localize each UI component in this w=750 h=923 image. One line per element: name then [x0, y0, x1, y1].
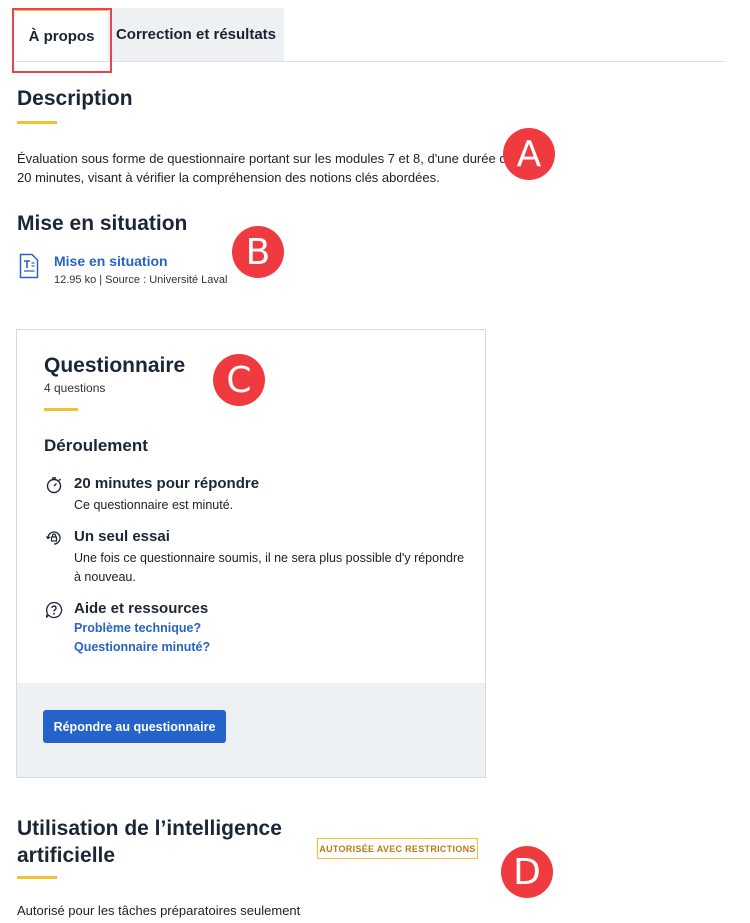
questionnaire-underline — [44, 408, 78, 411]
marker-c: C — [213, 354, 265, 406]
marker-b: B — [232, 226, 284, 278]
item-help-title: Aide et ressources — [74, 600, 209, 617]
document-meta: 12.95 ko | Source : Université Laval — [54, 274, 228, 286]
description-text-line1: Évaluation sous forme de questionnaire p… — [17, 151, 514, 166]
questionnaire-count: 4 questions — [44, 381, 106, 395]
deroulement-heading: Déroulement — [44, 436, 148, 455]
item-attempt-text: Une fois ce questionnaire soumis, il ne … — [74, 549, 469, 587]
help-icon — [45, 601, 63, 619]
questionnaire-title: Questionnaire — [44, 354, 186, 377]
tab-a-propos[interactable]: À propos — [15, 8, 108, 61]
description-heading: Description — [17, 87, 133, 110]
ia-heading-line1: Utilisation de l’intelligence — [17, 817, 282, 840]
mise-en-situation-link[interactable]: Mise en situation — [54, 253, 168, 269]
ia-heading-line2: artificielle — [17, 844, 116, 867]
single-attempt-icon — [45, 531, 61, 545]
text-document-icon — [19, 253, 39, 279]
tab-bar: À propos Correction et résultats — [15, 8, 726, 62]
item-timer-text: Ce questionnaire est minuté. — [74, 498, 234, 512]
ia-underline — [17, 876, 57, 879]
link-questionnaire-minute[interactable]: Questionnaire minuté? — [74, 640, 210, 654]
description-text-line2: 20 minutes, visant à vérifier la compréh… — [17, 170, 440, 185]
answer-questionnaire-button[interactable]: Répondre au questionnaire — [43, 710, 226, 743]
item-attempt-title: Un seul essai — [74, 528, 170, 545]
marker-a: A — [503, 128, 555, 180]
link-probleme-technique[interactable]: Problème technique? — [74, 621, 201, 635]
tab-correction-resultats[interactable]: Correction et résultats — [108, 8, 284, 61]
ia-heading: Utilisation de l’intelligence artificiel… — [17, 815, 282, 869]
ia-text: Autorisé pour les tâches préparatoires s… — [17, 903, 301, 918]
mise-en-situation-heading: Mise en situation — [17, 212, 188, 235]
description-underline — [17, 121, 57, 124]
item-timer-title: 20 minutes pour répondre — [74, 475, 260, 492]
ia-status-badge: AUTORISÉE AVEC RESTRICTIONS — [317, 838, 478, 859]
stopwatch-icon — [46, 477, 62, 494]
description-text: Évaluation sous forme de questionnaire p… — [17, 149, 514, 187]
item-attempt-text-line1: Une fois ce questionnaire soumis, il ne … — [74, 551, 465, 565]
marker-d: D — [501, 846, 553, 898]
item-attempt-text-line2: à nouveau. — [74, 570, 136, 584]
